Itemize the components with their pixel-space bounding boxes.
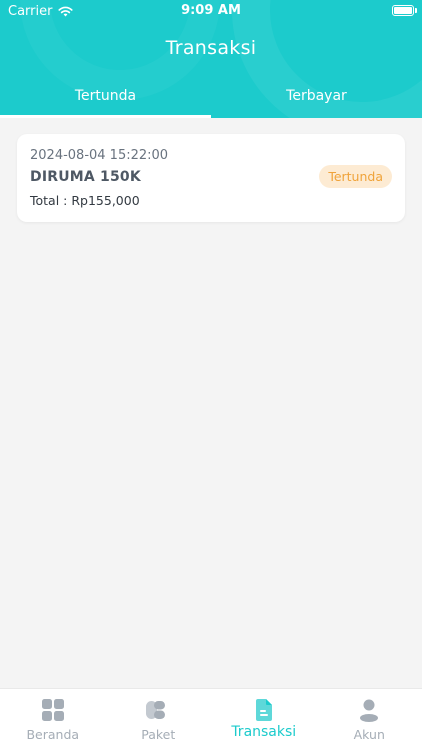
user-icon <box>360 699 379 722</box>
nav-item-transaksi[interactable]: Transaksi <box>211 689 317 750</box>
nav-label-beranda: Beranda <box>26 727 80 742</box>
transaction-card[interactable]: 2024-08-04 15:22:00 DIRUMA 150K Total : … <box>17 134 405 222</box>
status-badge: Tertunda <box>319 165 392 188</box>
nav-item-paket[interactable]: Paket <box>106 689 212 750</box>
status-time: 9:09 AM <box>181 3 241 18</box>
document-icon <box>255 699 272 721</box>
nav-label-transaksi: Transaksi <box>231 724 297 740</box>
nav-label-paket: Paket <box>141 727 176 742</box>
battery-tip <box>415 8 417 13</box>
status-bar: Carrier 9:09 AM <box>0 0 422 22</box>
nav-item-beranda[interactable]: Beranda <box>0 689 106 750</box>
package-icon <box>146 701 166 719</box>
grid-icon <box>41 699 64 721</box>
transaction-name: DIRUMA 150K <box>30 169 141 185</box>
bottom-navigation: Beranda Paket Transaksi Akun <box>0 688 422 750</box>
transaction-tabs: Tertunda Terbayar <box>0 80 422 118</box>
page-title: Transaksi <box>165 37 257 59</box>
transaction-date: 2024-08-04 15:22:00 <box>30 148 169 163</box>
battery-icon <box>392 5 414 16</box>
nav-item-akun[interactable]: Akun <box>317 689 422 750</box>
tab-tertunda[interactable]: Tertunda <box>0 80 211 118</box>
nav-label-akun: Akun <box>353 727 385 742</box>
tab-terbayar[interactable]: Terbayar <box>211 80 422 118</box>
transaction-total: Total : Rp155,000 <box>30 193 140 208</box>
app-header: Carrier 9:09 AM Transaksi Tertunda Terba… <box>0 0 422 118</box>
